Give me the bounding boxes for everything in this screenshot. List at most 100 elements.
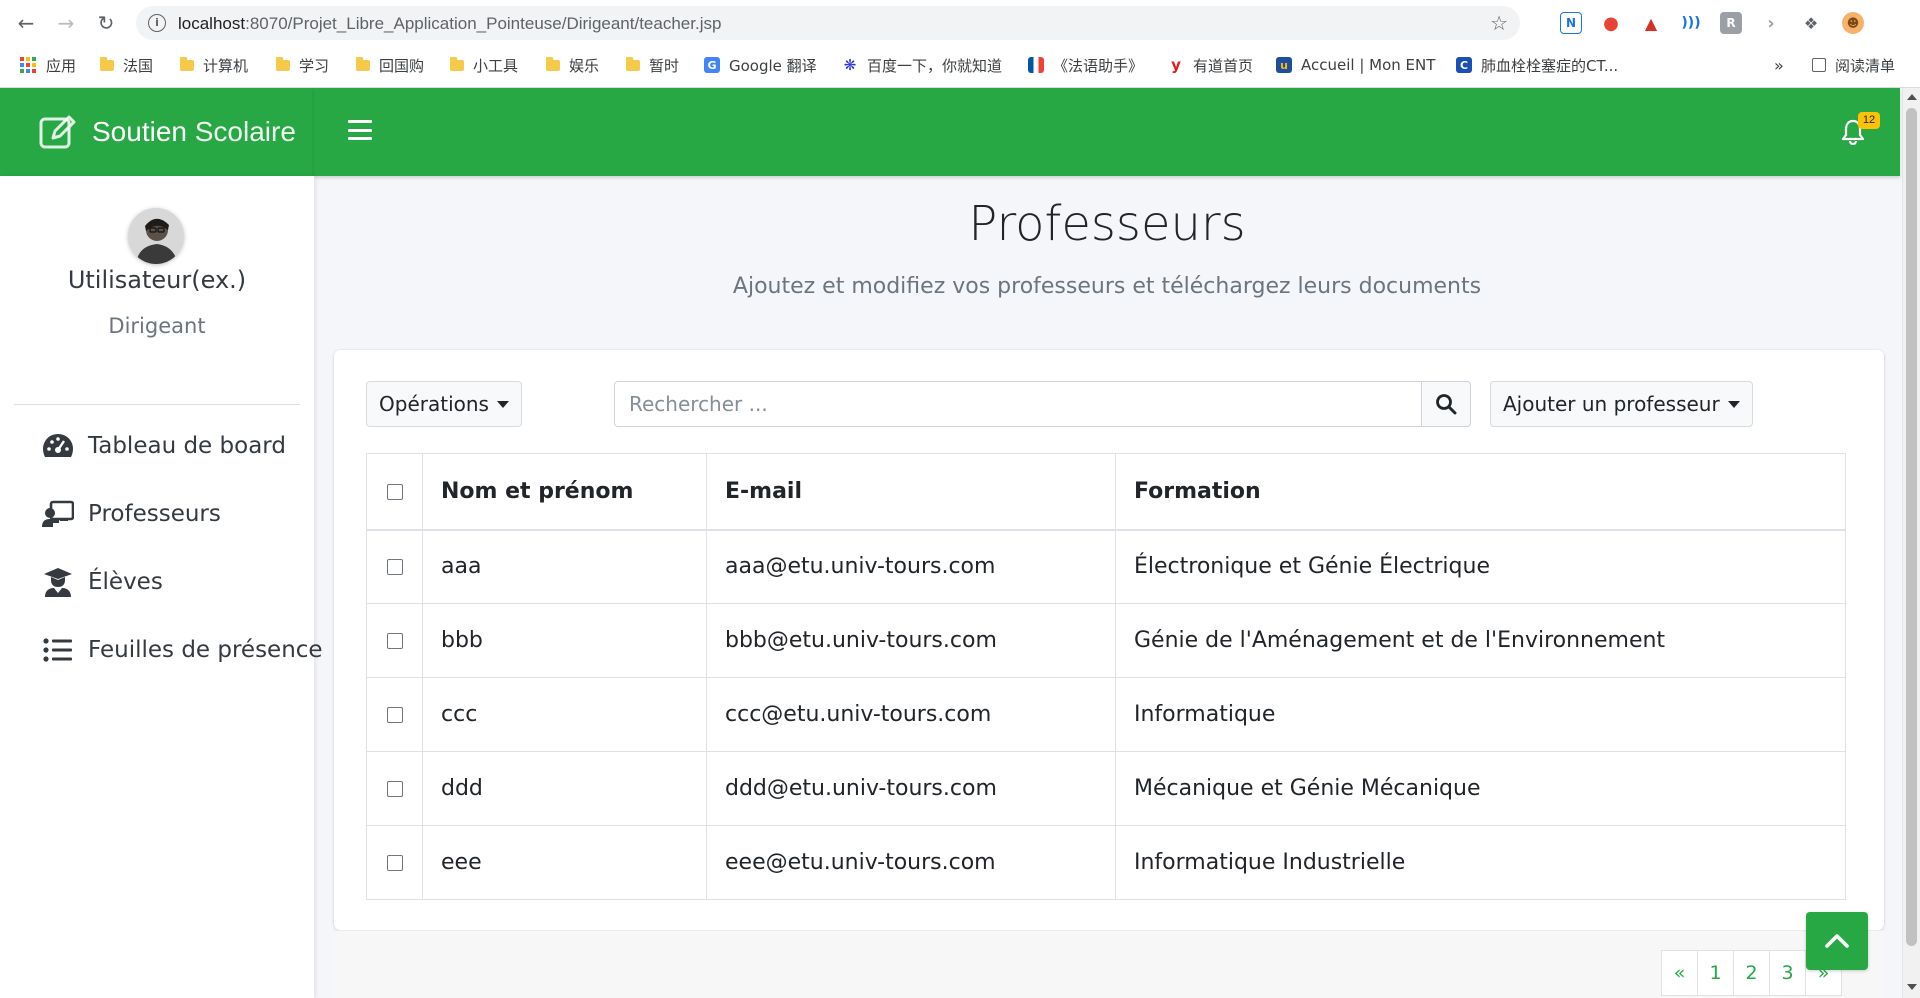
extension-n-icon[interactable]: N bbox=[1560, 12, 1582, 34]
user-graduate-icon bbox=[42, 567, 74, 597]
back-to-top-button[interactable] bbox=[1806, 912, 1868, 970]
bookmark-folder[interactable]: 回国购 bbox=[356, 54, 424, 76]
sidebar-item-feuilles[interactable]: Feuilles de présence bbox=[42, 630, 323, 670]
row-checkbox[interactable] bbox=[386, 707, 403, 723]
bookmark-folder[interactable]: 暂时 bbox=[626, 54, 679, 76]
row-checkbox[interactable] bbox=[386, 559, 403, 576]
url-text[interactable]: localhost:8070/Projet_Libre_Application_… bbox=[178, 14, 721, 34]
teacher-formation: Informatique Industrielle bbox=[1115, 825, 1846, 900]
teacher-name: aaa bbox=[422, 529, 707, 604]
megaphone-icon[interactable]: ▲ bbox=[1640, 12, 1662, 34]
folder-icon bbox=[356, 56, 370, 71]
bookmark-folder[interactable]: 娱乐 bbox=[546, 54, 599, 76]
bookmark-label: 《法语助手》 bbox=[1053, 56, 1144, 75]
user-name: Utilisateur(ex.) bbox=[67, 266, 247, 294]
table-row[interactable]: aaa aaa@etu.univ-tours.com Électronique … bbox=[366, 529, 1846, 604]
sidebar-item-eleves[interactable]: Élèves bbox=[42, 562, 163, 602]
sidebar-item-dashboard[interactable]: Tableau de board bbox=[42, 426, 286, 466]
column-header-formation[interactable]: Formation bbox=[1115, 453, 1846, 531]
bookmark-folder[interactable]: 学习 bbox=[276, 54, 329, 76]
search-input[interactable] bbox=[614, 381, 1422, 427]
bookmark-label: 有道首页 bbox=[1193, 56, 1254, 75]
teachers-table: Nom et prénom E-mail Formation aaa aaa@e… bbox=[366, 453, 1846, 900]
table-row[interactable]: ddd ddd@etu.univ-tours.com Mécanique et … bbox=[366, 751, 1846, 826]
sidebar-divider bbox=[14, 404, 300, 405]
table-row[interactable]: eee eee@etu.univ-tours.com Informatique … bbox=[366, 825, 1846, 900]
bookmark-star-icon[interactable]: ☆ bbox=[1490, 11, 1508, 35]
bookmark-ent[interactable]: u Accueil | Mon ENT bbox=[1276, 54, 1435, 76]
pagination-page-1[interactable]: 1 bbox=[1697, 950, 1734, 996]
row-checkbox[interactable] bbox=[386, 633, 403, 649]
scrollbar-thumb[interactable] bbox=[1906, 108, 1917, 946]
pagination-page-3[interactable]: 3 bbox=[1769, 950, 1806, 996]
bookmark-google-translate[interactable]: G Google 翻译 bbox=[704, 54, 817, 76]
bookmark-baidu[interactable]: ❋ 百度一下，你就知道 bbox=[842, 54, 1002, 76]
bookmark-label: 娱乐 bbox=[569, 56, 600, 75]
add-teacher-dropdown-button[interactable]: Ajouter un professeur bbox=[1490, 381, 1753, 427]
info-icon[interactable]: i bbox=[148, 14, 166, 32]
bookmark-label: Accueil | Mon ENT bbox=[1301, 56, 1436, 74]
french-flag-icon bbox=[1028, 57, 1044, 73]
bookmark-label: 回国购 bbox=[379, 56, 425, 75]
overflow-label: » bbox=[1774, 55, 1784, 75]
caret-down-icon bbox=[1727, 400, 1740, 408]
bookmark-folder[interactable]: 计算机 bbox=[180, 54, 248, 76]
reading-list-icon bbox=[1812, 58, 1826, 72]
menu-toggle-icon[interactable] bbox=[348, 120, 372, 140]
youdao-icon: y bbox=[1168, 56, 1184, 74]
chalkboard-teacher-icon bbox=[42, 499, 74, 529]
avatar[interactable] bbox=[128, 208, 184, 264]
bookmarks-overflow-button[interactable]: » bbox=[1774, 54, 1784, 76]
search-button[interactable] bbox=[1421, 381, 1471, 427]
teacher-name: bbb bbox=[422, 603, 707, 678]
row-checkbox[interactable] bbox=[386, 781, 403, 797]
bookmark-folder[interactable]: 法国 bbox=[100, 54, 153, 76]
column-header-name[interactable]: Nom et prénom bbox=[422, 453, 707, 531]
brand-name-light: Scolaire bbox=[194, 116, 296, 147]
puzzle-icon[interactable]: ❖ bbox=[1800, 12, 1822, 34]
page-scrollbar[interactable] bbox=[1902, 88, 1920, 998]
ent-icon: u bbox=[1276, 57, 1292, 73]
teacher-formation: Électronique et Génie Électrique bbox=[1115, 529, 1846, 604]
brand-logo[interactable]: Soutien Scolaire bbox=[0, 88, 314, 176]
sidebar: Utilisateur(ex.) Dirigeant Tableau de bo… bbox=[0, 176, 323, 998]
table-row[interactable]: ccc ccc@etu.univ-tours.com Informatique bbox=[366, 677, 1846, 752]
bookmark-youdao[interactable]: y 有道首页 bbox=[1168, 54, 1253, 76]
scroll-up-arrow-icon[interactable] bbox=[1907, 94, 1917, 100]
page-title: Professeurs bbox=[968, 196, 1246, 252]
pagination-page-2[interactable]: 2 bbox=[1733, 950, 1770, 996]
row-checkbox[interactable] bbox=[386, 855, 403, 871]
folder-icon bbox=[546, 56, 560, 71]
select-all-checkbox[interactable] bbox=[386, 483, 403, 500]
reload-icon[interactable]: ↻ bbox=[92, 9, 120, 37]
extension-r-icon[interactable]: R bbox=[1720, 12, 1742, 34]
table-row[interactable]: bbb bbb@etu.univ-tours.com Génie de l'Am… bbox=[366, 603, 1846, 678]
teacher-email: bbb@etu.univ-tours.com bbox=[706, 603, 1116, 678]
folder-icon bbox=[100, 56, 114, 71]
browser-chrome: ← → ↻ i localhost:8070/Projet_Libre_Appl… bbox=[0, 0, 1920, 88]
bookmark-label: Google 翻译 bbox=[729, 56, 817, 75]
chevron-right-icon[interactable]: › bbox=[1760, 12, 1782, 34]
row-select-cell bbox=[366, 825, 423, 900]
audio-icon[interactable]: ))) bbox=[1680, 12, 1702, 34]
sidebar-item-professeurs[interactable]: Professeurs bbox=[42, 494, 221, 534]
bookmark-fr-assistant[interactable]: 《法语助手》 bbox=[1028, 54, 1143, 76]
forward-icon[interactable]: → bbox=[52, 9, 80, 37]
sidebar-item-label: Élèves bbox=[88, 569, 163, 595]
scroll-down-arrow-icon[interactable] bbox=[1907, 984, 1917, 990]
bookmark-apps[interactable]: 应用 bbox=[20, 54, 76, 76]
operations-dropdown-button[interactable]: Opérations bbox=[366, 381, 522, 427]
back-icon[interactable]: ← bbox=[12, 9, 40, 37]
pagination-prev[interactable]: « bbox=[1661, 950, 1698, 996]
teacher-email: aaa@etu.univ-tours.com bbox=[706, 529, 1116, 604]
reading-list-button[interactable]: 阅读清单 bbox=[1812, 54, 1895, 76]
bookmark-label: 肺血栓栓塞症的CT... bbox=[1481, 56, 1619, 75]
bookmark-folder[interactable]: 小工具 bbox=[450, 54, 518, 76]
row-select-cell bbox=[366, 751, 423, 826]
notification-badge: 12 bbox=[1858, 112, 1880, 129]
profile-avatar-icon[interactable]: ☻ bbox=[1842, 12, 1864, 34]
location-pin-icon[interactable]: ● bbox=[1600, 12, 1622, 34]
column-header-email[interactable]: E-mail bbox=[706, 453, 1116, 531]
url-bar[interactable]: i localhost:8070/Projet_Libre_Applicatio… bbox=[136, 6, 1520, 40]
bookmark-article[interactable]: C 肺血栓栓塞症的CT... bbox=[1456, 54, 1618, 76]
